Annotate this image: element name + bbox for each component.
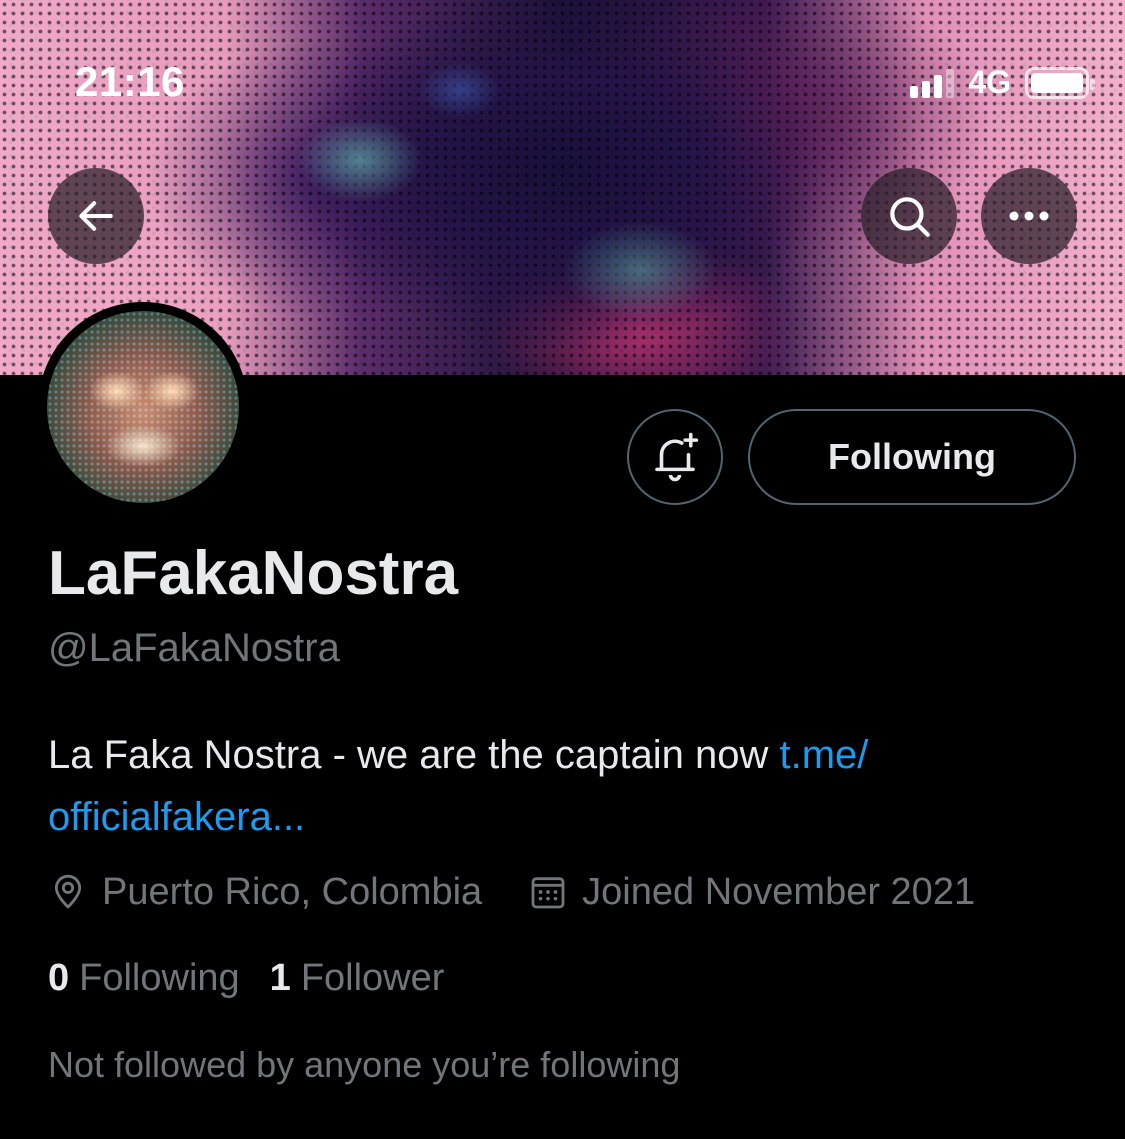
following-button[interactable]: Following	[748, 409, 1076, 505]
avatar[interactable]	[38, 302, 248, 512]
join-date-text: Joined November 2021	[582, 870, 976, 913]
network-type: 4G	[968, 64, 1011, 100]
following-count: 0	[48, 956, 70, 999]
location-text: Puerto Rico, Colombia	[102, 870, 483, 913]
status-time: 21:16	[75, 58, 185, 105]
location: Puerto Rico, Colombia	[48, 871, 482, 914]
search-button[interactable]	[861, 168, 957, 264]
avatar-image	[47, 311, 239, 503]
following-label: Following	[79, 956, 240, 999]
follow-stats: 0 Following 1 Follower	[48, 950, 444, 1006]
arrow-left-icon	[79, 201, 113, 231]
followers-count: 1	[269, 956, 291, 999]
battery-icon	[1025, 66, 1095, 99]
calendar-icon	[531, 877, 565, 909]
location-pin-icon	[54, 874, 82, 909]
cellular-signal-icon	[910, 68, 955, 98]
following-count-link[interactable]: 0 Following	[48, 957, 240, 1000]
mutual-followers-note: Not followed by anyone you’re following	[48, 1044, 681, 1085]
more-options-button[interactable]	[981, 168, 1077, 264]
profile-meta: Puerto Rico, Colombia Joined November 20…	[48, 864, 975, 920]
more-horizontal-icon	[1009, 211, 1049, 221]
username-handle: @LaFakaNostra	[48, 626, 340, 670]
join-date: Joined November 2021	[528, 871, 975, 914]
bell-plus-icon	[655, 432, 699, 482]
bio-link-part-1: t.me/	[779, 733, 869, 777]
followers-count-link[interactable]: 1 Follower	[270, 957, 445, 1000]
profile-screen: 21:16 4G Following LaFakaNostra @LaFakaN…	[0, 0, 1125, 1139]
followers-label: Follower	[300, 956, 445, 999]
status-indicators: 4G	[910, 64, 1095, 101]
bio-text: La Faka Nostra - we are the captain now	[48, 733, 780, 777]
profile-bio: La Faka Nostra - we are the captain now …	[48, 724, 1068, 848]
display-name: LaFakaNostra	[48, 539, 459, 608]
search-icon	[890, 197, 930, 237]
notifications-button[interactable]	[627, 409, 723, 505]
bio-link-part-2: officialfakera...	[48, 795, 306, 839]
back-button[interactable]	[48, 168, 144, 264]
